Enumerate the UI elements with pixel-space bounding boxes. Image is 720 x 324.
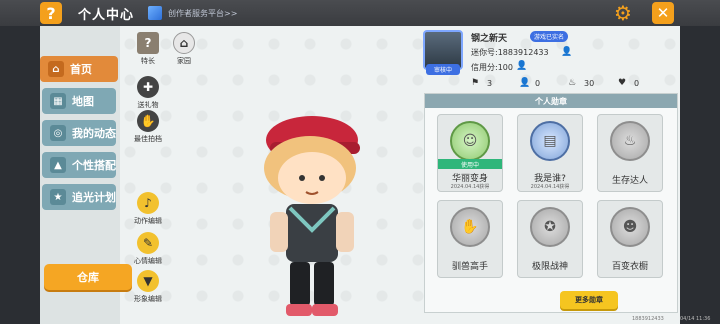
side-icon-label: 形象编辑 xyxy=(134,295,162,303)
nav-label: 个性搭配 xyxy=(72,159,116,172)
close-button[interactable]: ✕ xyxy=(652,2,674,24)
side-icon-label: 送礼物 xyxy=(137,101,159,109)
settings-button[interactable]: ⚙ xyxy=(612,1,634,25)
cube-icon xyxy=(148,6,162,20)
face-shape xyxy=(278,152,346,204)
medal-panel: 个人勋章 ☺ 使用中 华丽变身 2024.04.14获得 ▤ 我是谁? 2024… xyxy=(424,93,678,313)
warehouse-button[interactable]: 仓库 xyxy=(44,264,132,290)
more-medals-button[interactable]: 更多勋章 xyxy=(560,291,618,309)
left-eye xyxy=(299,175,305,181)
specialty-button[interactable]: ? 特长 xyxy=(130,32,166,66)
handshake-icon: ✋ xyxy=(137,110,159,132)
medal-date: 2024.04.14获得 xyxy=(450,184,490,190)
medal-icon: ✋ xyxy=(450,207,490,247)
stat-likes[interactable]: ♥ 0 xyxy=(618,78,639,88)
creator-link-label: 创作者服务平台>> xyxy=(168,8,238,18)
flag-icon: ⚑ xyxy=(471,78,480,88)
verified-badge: 游戏已实名 xyxy=(530,31,569,42)
nav-item-light-plan[interactable]: ★ 追光计划 xyxy=(42,184,116,210)
medal-icon: ☻ xyxy=(610,207,650,247)
help-button[interactable]: ? xyxy=(40,2,62,24)
top-bar: ? 个人中心 创作者服务平台>> ⚙ ✕ xyxy=(0,0,720,26)
action-icon: ♪ xyxy=(137,192,159,214)
mini-id: 迷你号:1883912433 xyxy=(471,48,549,57)
medal-date: 2024.04.14获得 xyxy=(530,184,570,190)
left-leg xyxy=(290,262,310,306)
action-edit-button[interactable]: ♪ 动作编辑 xyxy=(130,192,166,226)
medal-card[interactable]: ♨ 生存达人 xyxy=(597,114,663,192)
side-icon-label: 心情编辑 xyxy=(134,257,162,265)
medal-name: 生存达人 xyxy=(611,176,648,186)
stat-value: 3 xyxy=(487,78,493,88)
medal-icon: ▤ xyxy=(530,121,570,161)
flame-icon: ♨ xyxy=(568,78,577,88)
right-shoe xyxy=(312,304,338,316)
nav-item-feed[interactable]: ◎ 我的动态 xyxy=(42,120,116,146)
review-badge: 审核中 xyxy=(426,64,460,75)
stat-followers[interactable]: 👤 0 xyxy=(519,78,540,88)
right-eye xyxy=(319,175,325,181)
right-leg xyxy=(314,262,334,306)
look-edit-button[interactable]: ▼ 形象编辑 xyxy=(130,270,166,304)
user-icon[interactable]: 👤 xyxy=(561,47,572,58)
footer-id: 1883912433 xyxy=(632,316,664,322)
nav-item-outfit[interactable]: ▲ 个性搭配 xyxy=(42,152,116,178)
footer-time: 04/14 11:36 xyxy=(680,316,711,322)
home-button[interactable]: ⌂ 家园 xyxy=(166,32,202,66)
house-icon: ⌂ xyxy=(173,32,195,54)
nav-item-home[interactable]: ⌂ 首页 xyxy=(40,56,118,82)
medal-icon: ☺ xyxy=(450,121,490,161)
medal-card[interactable]: ✋ 驯兽高手 xyxy=(437,200,503,278)
side-icon-label: 特长 xyxy=(141,57,155,65)
medal-card[interactable]: ☻ 百变衣橱 xyxy=(597,200,663,278)
left-shoe xyxy=(286,304,312,316)
nickname: 钢之新天 xyxy=(471,34,508,44)
medal-icon: ✪ xyxy=(530,207,570,247)
shirt-icon: ▼ xyxy=(137,270,159,292)
nav-label: 地图 xyxy=(72,95,94,108)
creator-platform-link[interactable]: 创作者服务平台>> xyxy=(148,4,237,22)
nav-label: 首页 xyxy=(70,63,92,76)
nav-item-map[interactable]: ▦ 地图 xyxy=(42,88,116,114)
medal-icon: ♨ xyxy=(610,121,650,161)
mood-edit-button[interactable]: ✎ 心情编辑 xyxy=(130,232,166,266)
player-character[interactable] xyxy=(240,112,380,324)
main-panel: ⌂ 首页 ▦ 地图 ◎ 我的动态 ▲ 个性搭配 ★ 追光计划 仓库 ? 特长 ⌂… xyxy=(40,26,680,324)
medal-name: 极限战神 xyxy=(531,262,568,272)
in-use-badge: 使用中 xyxy=(438,159,502,169)
medal-card[interactable]: ▤ 我是谁? 2024.04.14获得 xyxy=(517,114,583,192)
stat-popularity[interactable]: ♨ 30 xyxy=(568,78,594,88)
user-icon: 👤 xyxy=(519,78,531,88)
side-icon-label: 家园 xyxy=(177,57,191,65)
stat-messages[interactable]: ⚑ 3 xyxy=(471,78,492,88)
nav-label: 追光计划 xyxy=(72,191,116,204)
stat-value: 30 xyxy=(584,78,595,88)
medal-card[interactable]: ✪ 极限战神 xyxy=(517,200,583,278)
medal-header: 个人勋章 xyxy=(425,94,677,108)
credit-score: 信用分:100 xyxy=(471,63,513,72)
left-arm xyxy=(270,212,288,252)
medal-name: 驯兽高手 xyxy=(451,262,488,272)
pencil-icon: ✎ xyxy=(137,232,159,254)
side-icon-label: 最佳拍档 xyxy=(134,135,162,143)
page-title: 个人中心 xyxy=(78,8,135,23)
stat-value: 0 xyxy=(535,78,541,88)
gift-icon: ✚ xyxy=(137,76,159,98)
question-box-icon: ? xyxy=(137,32,159,54)
map-icon: ▦ xyxy=(50,93,66,109)
home-icon: ⌂ xyxy=(48,61,64,77)
shirt-icon: ▲ xyxy=(50,157,66,173)
best-partner-button[interactable]: ✋ 最佳拍档 xyxy=(130,110,166,144)
feed-icon: ◎ xyxy=(50,125,66,141)
medal-name: 百变衣橱 xyxy=(611,262,648,272)
stat-value: 0 xyxy=(634,78,640,88)
medal-card[interactable]: ☺ 使用中 华丽变身 2024.04.14获得 xyxy=(437,114,503,192)
heart-icon: ♥ xyxy=(618,78,627,88)
star-icon: ★ xyxy=(50,189,66,205)
nav-label: 我的动态 xyxy=(72,127,116,140)
right-arm xyxy=(336,212,354,252)
user-icon[interactable]: 👤 xyxy=(516,61,527,72)
side-icon-label: 动作编辑 xyxy=(134,217,162,225)
send-gift-button[interactable]: ✚ 送礼物 xyxy=(130,76,166,110)
